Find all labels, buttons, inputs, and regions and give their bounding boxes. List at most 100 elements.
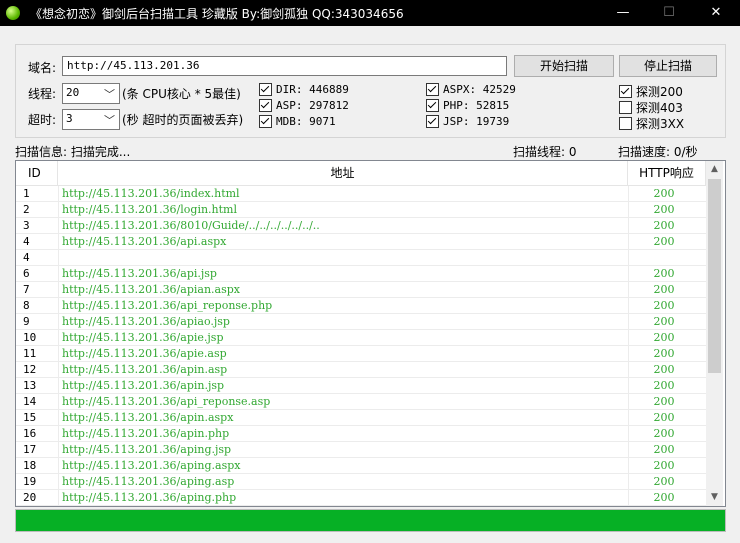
row-id: 17	[23, 443, 37, 456]
row-http-code: 200	[653, 395, 675, 408]
row-http-code: 200	[653, 187, 675, 200]
row-http-code: 200	[653, 235, 675, 248]
row-http-code: 200	[653, 299, 675, 312]
table-row[interactable]: 15 http://45.113.201.36/apin.aspx 200	[16, 410, 706, 426]
row-url: http://45.113.201.36/apin.jsp	[62, 379, 225, 392]
table-row[interactable]: 4 http://45.113.201.36/api.aspx 200	[16, 234, 706, 250]
threads-select[interactable]: 20 ﹀	[62, 83, 120, 104]
row-id: 14	[23, 395, 37, 408]
dict-checkbox-aspx[interactable]: ASPX: 42529	[426, 83, 516, 96]
table-row[interactable]: 18 http://45.113.201.36/aping.aspx 200	[16, 458, 706, 474]
checkbox-check-icon	[259, 99, 272, 112]
table-row[interactable]: 12 http://45.113.201.36/apin.asp 200	[16, 362, 706, 378]
threads-value: 20	[66, 86, 80, 99]
table-row[interactable]: 20 http://45.113.201.36/aping.php 200	[16, 490, 706, 506]
row-url: http://45.113.201.36/index.html	[62, 187, 240, 200]
checkbox-check-icon	[426, 115, 439, 128]
probe-label-403: 探测403	[636, 101, 683, 115]
row-id: 7	[23, 283, 30, 296]
dict-checkbox-jsp[interactable]: JSP: 19739	[426, 115, 509, 128]
probe-checkbox-403[interactable]: 探测403	[619, 99, 683, 116]
table-row[interactable]: 4	[16, 250, 706, 266]
checkbox-check-icon	[619, 85, 632, 98]
dict-checkbox-dir[interactable]: DIR: 446889	[259, 83, 349, 96]
row-id: 3	[23, 219, 30, 232]
row-http-code: 200	[653, 443, 675, 456]
scrollbar-thumb[interactable]	[708, 179, 721, 373]
row-http-code: 200	[653, 363, 675, 376]
row-id: 16	[23, 427, 37, 440]
row-http-code: 200	[653, 475, 675, 488]
stop-scan-button[interactable]: 停止扫描	[619, 55, 717, 77]
row-id: 4	[23, 235, 30, 248]
timeout-value: 3	[66, 112, 73, 125]
checkbox-empty-icon	[619, 101, 632, 114]
table-row[interactable]: 9 http://45.113.201.36/apiao.jsp 200	[16, 314, 706, 330]
row-url: http://45.113.201.36/api_reponse.php	[62, 299, 273, 312]
scan-info-status: 扫描信息: 扫描完成...	[15, 145, 131, 159]
row-http-code: 200	[653, 267, 675, 280]
chevron-down-icon[interactable]: ▼	[706, 489, 723, 506]
table-row[interactable]: 7 http://45.113.201.36/apian.aspx 200	[16, 282, 706, 298]
row-id: 4	[23, 251, 30, 264]
checkbox-empty-icon	[619, 117, 632, 130]
chevron-up-icon[interactable]: ▲	[706, 161, 723, 178]
row-id: 13	[23, 379, 37, 392]
table-row[interactable]: 8 http://45.113.201.36/api_reponse.php 200	[16, 298, 706, 314]
table-row[interactable]: 1 http://45.113.201.36/index.html 200	[16, 186, 706, 202]
domain-input[interactable]: http://45.113.201.36	[62, 56, 507, 76]
results-table[interactable]: ID 地址 HTTP响应 1 http://45.113.201.36/index…	[15, 160, 726, 507]
scan-speed-status: 扫描速度: 0/秒	[618, 145, 698, 159]
table-row[interactable]: 3 http://45.113.201.36/8010/Guide/../../.…	[16, 218, 706, 234]
chevron-down-icon: ﹀	[104, 114, 115, 127]
title-bar: 《想念初恋》御剑后台扫描工具 珍藏版 By:御剑孤独 QQ:343034656 …	[0, 0, 740, 26]
table-row[interactable]: 10 http://45.113.201.36/apie.jsp 200	[16, 330, 706, 346]
checkbox-check-icon	[426, 83, 439, 96]
row-id: 11	[23, 347, 37, 360]
column-header-id[interactable]: ID	[16, 161, 58, 185]
table-row[interactable]: 19 http://45.113.201.36/aping.asp 200	[16, 474, 706, 490]
table-row[interactable]: 2 http://45.113.201.36/login.html 200	[16, 202, 706, 218]
dict-checkbox-mdb[interactable]: MDB: 9071	[259, 115, 336, 128]
table-body: 1 http://45.113.201.36/index.html 200 2 http…	[16, 186, 706, 506]
timeout-label: 超时:	[28, 113, 57, 127]
table-row[interactable]: 6 http://45.113.201.36/api.jsp 200	[16, 266, 706, 282]
table-row[interactable]: 14 http://45.113.201.36/api_reponse.asp 20…	[16, 394, 706, 410]
dict-label-php: PHP: 52815	[443, 99, 510, 112]
vertical-scrollbar[interactable]: ▲ ▼	[706, 161, 723, 506]
start-scan-button[interactable]: 开始扫描	[514, 55, 614, 77]
probe-checkbox-3xx[interactable]: 探测3XX	[619, 115, 684, 132]
scan-progress-bar	[15, 509, 726, 532]
row-url: http://45.113.201.36/apin.asp	[62, 363, 228, 376]
dict-checkbox-php[interactable]: PHP: 52815	[426, 99, 509, 112]
row-id: 6	[23, 267, 30, 280]
row-http-code: 200	[653, 491, 675, 504]
dict-label-jsp: JSP: 19739	[443, 115, 510, 128]
probe-checkbox-200[interactable]: 探测200	[619, 83, 683, 100]
table-row[interactable]: 16 http://45.113.201.36/apin.php 200	[16, 426, 706, 442]
maximize-button[interactable]: ☐	[646, 0, 692, 26]
column-header-http[interactable]: HTTP响应	[628, 161, 706, 185]
row-id: 18	[23, 459, 37, 472]
timeout-select[interactable]: 3 ﹀	[62, 109, 120, 130]
table-row[interactable]: 13 http://45.113.201.36/apin.jsp 200	[16, 378, 706, 394]
close-button[interactable]: ✕	[693, 0, 739, 26]
row-id: 9	[23, 315, 30, 328]
probe-label-3xx: 探测3XX	[636, 117, 685, 131]
table-row[interactable]: 11 http://45.113.201.36/apie.asp 200	[16, 346, 706, 362]
row-http-code: 200	[653, 203, 675, 216]
dict-label-aspx: ASPX: 42529	[443, 83, 516, 96]
table-row[interactable]: 17 http://45.113.201.36/aping.jsp 200	[16, 442, 706, 458]
row-id: 2	[23, 203, 30, 216]
threads-label: 线程:	[28, 87, 57, 101]
row-http-code: 200	[653, 459, 675, 472]
column-header-url[interactable]: 地址	[58, 161, 628, 185]
row-id: 15	[23, 411, 37, 424]
row-id: 19	[23, 475, 37, 488]
row-http-code: 200	[653, 219, 675, 232]
domain-input-value: http://45.113.201.36	[67, 59, 200, 72]
chevron-down-icon: ﹀	[104, 88, 115, 101]
checkbox-check-icon	[259, 83, 272, 96]
dict-checkbox-asp[interactable]: ASP: 297812	[259, 99, 349, 112]
minimize-button[interactable]: —	[600, 0, 646, 26]
